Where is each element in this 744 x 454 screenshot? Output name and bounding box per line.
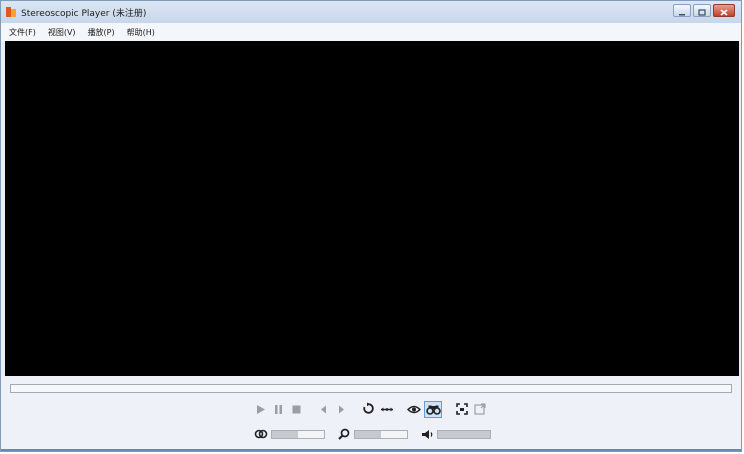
menu-help[interactable]: 帮助(H) xyxy=(127,27,155,38)
player-window: Stereoscopic Player (未注册) 文件(F) 视图(V) 播放… xyxy=(0,0,742,452)
window-bottom-edge xyxy=(1,449,741,451)
step-back-icon xyxy=(318,400,329,419)
parallax-slider-fill xyxy=(272,430,298,438)
eye-button[interactable] xyxy=(406,402,421,417)
seek-bar[interactable] xyxy=(10,384,732,393)
menu-play[interactable]: 播放(P) xyxy=(88,27,115,38)
zoom-slider-fill xyxy=(355,430,381,438)
loop-button[interactable] xyxy=(361,402,376,417)
pause-button[interactable] xyxy=(271,402,286,417)
window-mode-icon xyxy=(473,400,486,419)
maximize-button[interactable] xyxy=(693,4,711,17)
stereo-view-toggle[interactable] xyxy=(424,400,442,419)
zoom-icon xyxy=(337,427,351,441)
window-controls xyxy=(673,4,735,17)
stop-button[interactable] xyxy=(289,402,304,417)
maximize-icon xyxy=(698,1,706,20)
minimize-button[interactable] xyxy=(673,4,691,17)
volume-icon xyxy=(420,427,434,441)
volume-slider-fill xyxy=(438,430,490,438)
swap-button[interactable] xyxy=(379,402,394,417)
controls-panel xyxy=(1,376,741,451)
menu-bar: 文件(F) 视图(V) 播放(P) 帮助(H) xyxy=(1,23,741,41)
stereo-player-logo-icon xyxy=(5,6,17,18)
eye-icon xyxy=(406,400,421,419)
prev-frame-button[interactable] xyxy=(316,402,331,417)
minimize-icon xyxy=(678,1,686,20)
fullscreen-icon xyxy=(455,400,468,419)
window-title: Stereoscopic Player (未注册) xyxy=(21,8,147,19)
pause-icon xyxy=(273,400,284,419)
loop-icon xyxy=(362,400,375,419)
binoculars-icon xyxy=(425,400,441,419)
volume-slider[interactable] xyxy=(437,429,491,439)
close-button[interactable] xyxy=(713,4,735,17)
zoom-slider[interactable] xyxy=(354,429,408,439)
step-forward-icon xyxy=(336,400,347,419)
transport-controls xyxy=(253,400,490,419)
adjustment-controls xyxy=(254,427,503,441)
fullscreen-button[interactable] xyxy=(454,402,469,417)
title-bar[interactable]: Stereoscopic Player (未注册) xyxy=(1,1,741,23)
video-area[interactable] xyxy=(5,41,739,376)
play-button[interactable] xyxy=(253,402,268,417)
menu-view[interactable]: 视图(V) xyxy=(48,27,76,38)
swap-icon xyxy=(380,400,394,419)
menu-file[interactable]: 文件(F) xyxy=(9,27,36,38)
close-icon xyxy=(720,1,728,20)
parallax-icon xyxy=(254,427,268,441)
window-mode-button[interactable] xyxy=(472,402,487,417)
next-frame-button[interactable] xyxy=(334,402,349,417)
parallax-slider[interactable] xyxy=(271,429,325,439)
stop-icon xyxy=(291,400,302,419)
play-icon xyxy=(255,400,266,419)
